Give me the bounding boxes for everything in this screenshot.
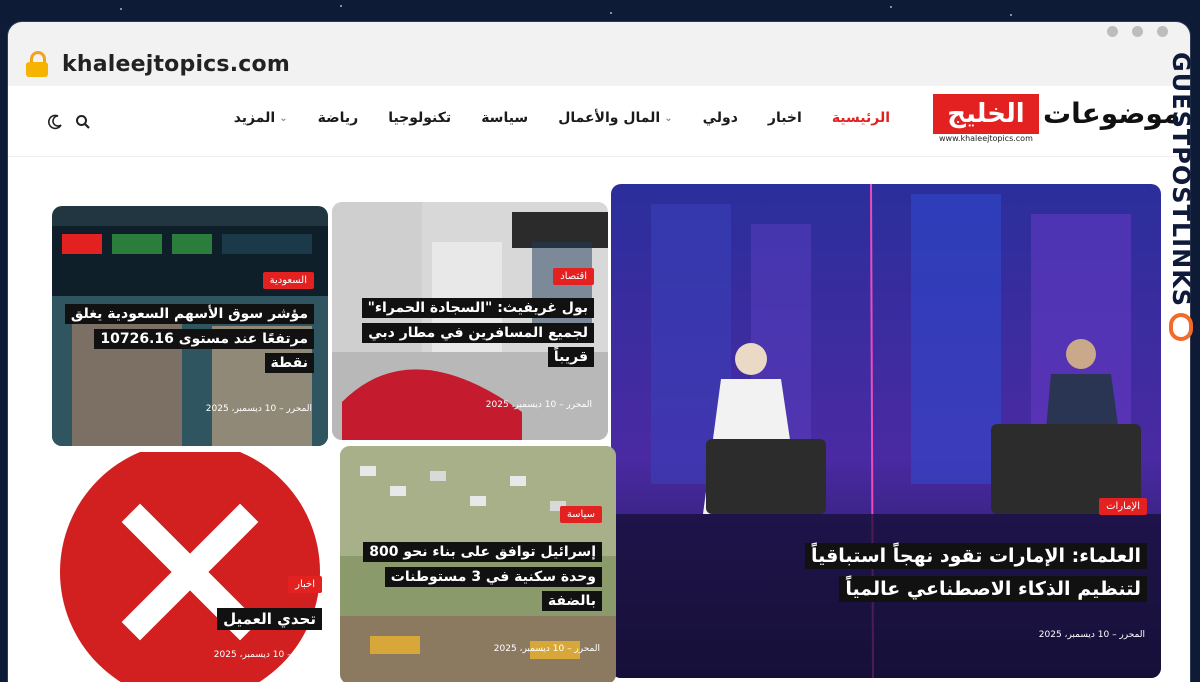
nav-item-more[interactable]: المزيد ⌄ [234, 110, 288, 126]
main-nav: الرئيسية اخبار دولي المال والأعمال ⌄ سياس… [234, 110, 890, 126]
nav-item-sports[interactable]: رياضة [318, 110, 359, 126]
article-meta: المحرر – 10 ديسمبر، 2025 [1038, 630, 1145, 640]
browser-window: khaleejtopics.com الخليج موضوعات www.kha… [8, 22, 1190, 682]
search-icon[interactable] [74, 114, 92, 132]
web-page: الخليج موضوعات www.khaleejtopics.com الر… [8, 86, 1190, 682]
nav-item-business[interactable]: المال والأعمال ⌄ [558, 110, 672, 126]
moon-icon[interactable] [46, 114, 64, 132]
logo-url-text: www.khaleejtopics.com [939, 134, 1033, 143]
category-tag[interactable]: سياسة [559, 506, 602, 523]
featured-article-title[interactable]: العلماء: الإمارات تقود نهجاً استباقياً ل… [757, 540, 1147, 607]
url-text[interactable]: khaleejtopics.com [62, 52, 290, 77]
article-card[interactable]: اخبار تحدي العميل المحرر – 10 ديسمبر، 20… [60, 452, 336, 682]
article-card[interactable]: السعودية مؤشر سوق الأسهم السعودية يغلق م… [52, 206, 328, 446]
logo-red-text: الخليج [933, 94, 1039, 134]
chevron-down-icon: ⌄ [664, 112, 673, 124]
address-bar[interactable]: khaleejtopics.com [26, 48, 1174, 80]
window-controls [1107, 26, 1168, 37]
category-tag[interactable]: السعودية [262, 272, 314, 289]
article-meta: المحرر – 10 ديسمبر، 2025 [213, 650, 320, 660]
article-card[interactable]: اقتصاد بول غريفيث: "السجادة الحمراء" لجم… [332, 202, 608, 440]
article-image [60, 452, 336, 682]
article-meta: المحرر – 10 ديسمبر، 2025 [485, 400, 592, 410]
article-meta: المحرر – 10 ديسمبر، 2025 [205, 404, 312, 414]
window-dot[interactable] [1157, 26, 1168, 37]
category-tag[interactable]: اقتصاد [553, 268, 594, 285]
watermark-brand: GUESTPOSTLINKS [1163, 52, 1199, 362]
nav-item-international[interactable]: دولي [703, 110, 738, 126]
nav-item-technology[interactable]: تكنولوجيا [388, 110, 451, 126]
nav-item-news[interactable]: اخبار [768, 110, 802, 126]
article-title[interactable]: مؤشر سوق الأسهم السعودية يغلق مرتفعًا عن… [64, 302, 314, 376]
article-title[interactable]: تحدي العميل [122, 606, 322, 632]
background-star [340, 5, 342, 7]
window-dot[interactable] [1107, 26, 1118, 37]
nav-item-politics[interactable]: سياسة [481, 110, 528, 126]
lock-icon [26, 51, 48, 77]
window-dot[interactable] [1132, 26, 1143, 37]
link-icon [1169, 313, 1193, 342]
article-title[interactable]: بول غريفيث: "السجادة الحمراء" لجميع المس… [346, 296, 594, 370]
watermark-text: GUESTPOSTLINKS [1167, 52, 1195, 308]
featured-article-card[interactable]: الإمارات العلماء: الإمارات تقود نهجاً اس… [611, 184, 1161, 678]
site-logo[interactable]: الخليج موضوعات www.khaleejtopics.com [923, 88, 1180, 150]
category-tag[interactable]: الإمارات [1099, 498, 1147, 515]
article-title[interactable]: إسرائيل توافق على بناء نحو 800 وحدة سكني… [354, 540, 602, 614]
chevron-down-icon: ⌄ [279, 112, 288, 124]
article-card[interactable]: سياسة إسرائيل توافق على بناء نحو 800 وحد… [340, 446, 616, 682]
site-header: الخليج موضوعات www.khaleejtopics.com الر… [8, 86, 1190, 157]
article-meta: المحرر – 10 ديسمبر، 2025 [493, 644, 600, 654]
category-tag[interactable]: اخبار [288, 576, 322, 593]
background-star [610, 12, 612, 14]
background-star [120, 8, 122, 10]
nav-item-home[interactable]: الرئيسية [832, 110, 890, 126]
background-star [890, 6, 892, 8]
logo-dark-text: موضوعات [1043, 97, 1181, 130]
background-star [1010, 14, 1012, 16]
